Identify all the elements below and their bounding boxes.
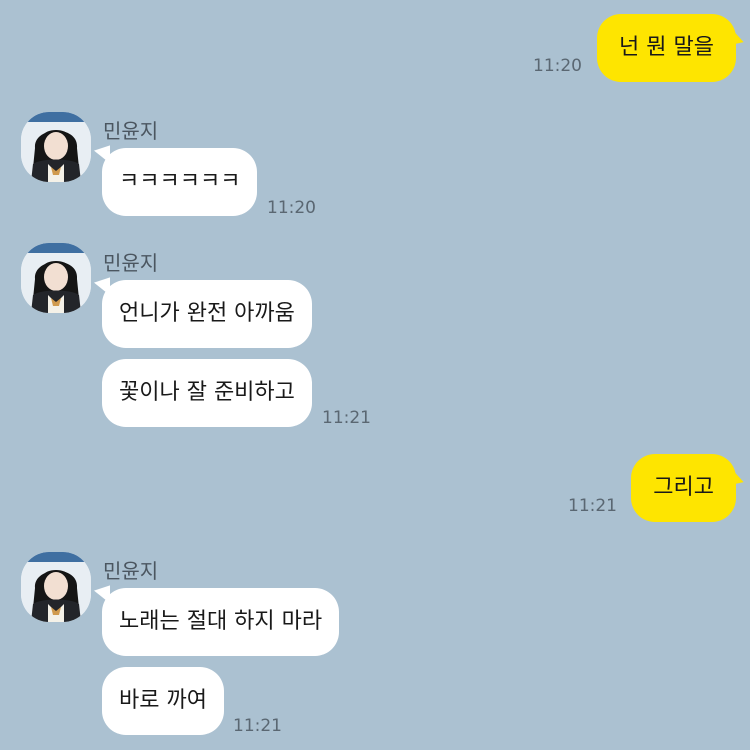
avatar[interactable] <box>21 112 91 182</box>
message-time: 11:20 <box>267 198 316 218</box>
outgoing-message-bubble[interactable]: 그리고 <box>631 454 736 522</box>
outgoing-message-bubble[interactable]: 넌 뭔 말을 <box>597 14 736 82</box>
sender-name: 민윤지 <box>103 251 159 275</box>
avatar[interactable] <box>21 243 91 313</box>
chat-room: 11:20 넌 뭔 말을 민윤지 ㅋㅋㅋㅋㅋㅋ 11:20 민윤지 언니가 완전… <box>0 0 750 750</box>
sender-name: 민윤지 <box>103 559 159 583</box>
avatar[interactable] <box>21 552 91 622</box>
incoming-message-bubble[interactable]: 꽃이나 잘 준비하고 <box>102 359 312 427</box>
profile-photo-icon <box>21 552 91 622</box>
sender-name: 민윤지 <box>103 119 159 143</box>
profile-photo-icon <box>21 243 91 313</box>
incoming-message-bubble[interactable]: 바로 까여 <box>102 667 224 735</box>
message-time: 11:21 <box>233 716 282 736</box>
incoming-message-bubble[interactable]: 언니가 완전 아까움 <box>102 280 312 348</box>
message-time: 11:20 <box>533 56 582 76</box>
message-time: 11:21 <box>568 496 617 516</box>
incoming-message-bubble[interactable]: 노래는 절대 하지 마라 <box>102 588 340 656</box>
message-time: 11:21 <box>322 408 371 428</box>
incoming-message-bubble[interactable]: ㅋㅋㅋㅋㅋㅋ <box>102 148 258 216</box>
profile-photo-icon <box>21 112 91 182</box>
